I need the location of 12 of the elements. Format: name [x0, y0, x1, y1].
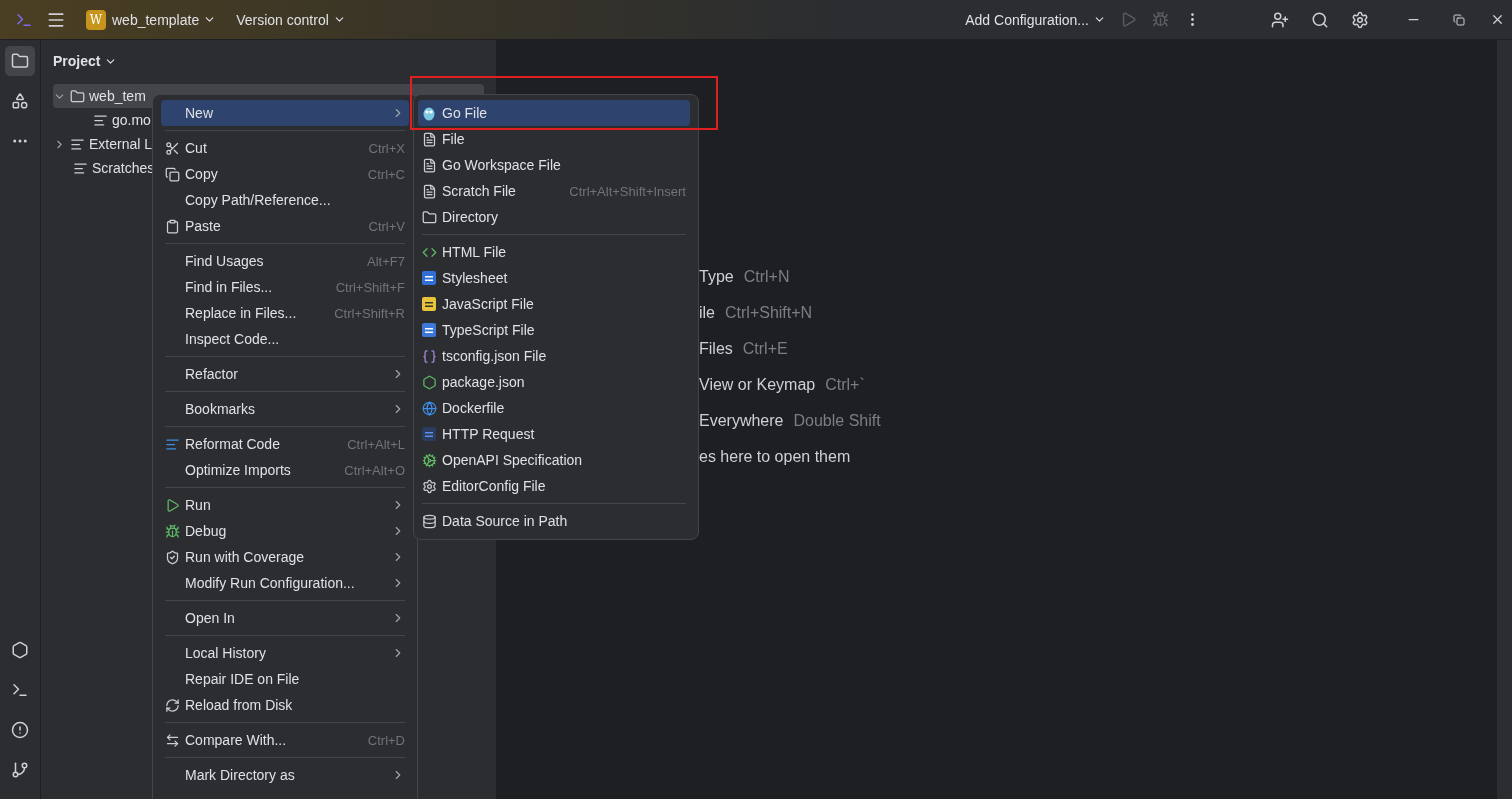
shortcut-hint: Double Shift: [793, 412, 881, 430]
shortcut-hint: Ctrl+N: [743, 268, 790, 286]
shortcut-hint: Ctrl+Shift+N: [725, 304, 813, 322]
welcome-hint: ile: [699, 304, 715, 322]
shortcut-hint: Ctrl+`: [825, 376, 865, 394]
welcome-hint: es here to open them: [699, 448, 851, 466]
welcome-hint: Type: [699, 268, 734, 286]
welcome-hint: Files: [699, 340, 733, 358]
shortcut-hint: Ctrl+E: [742, 340, 788, 358]
project-badge: W: [86, 9, 106, 30]
welcome-hint: Everywhere: [699, 412, 784, 430]
welcome-hint: View or Keymap: [699, 376, 816, 394]
